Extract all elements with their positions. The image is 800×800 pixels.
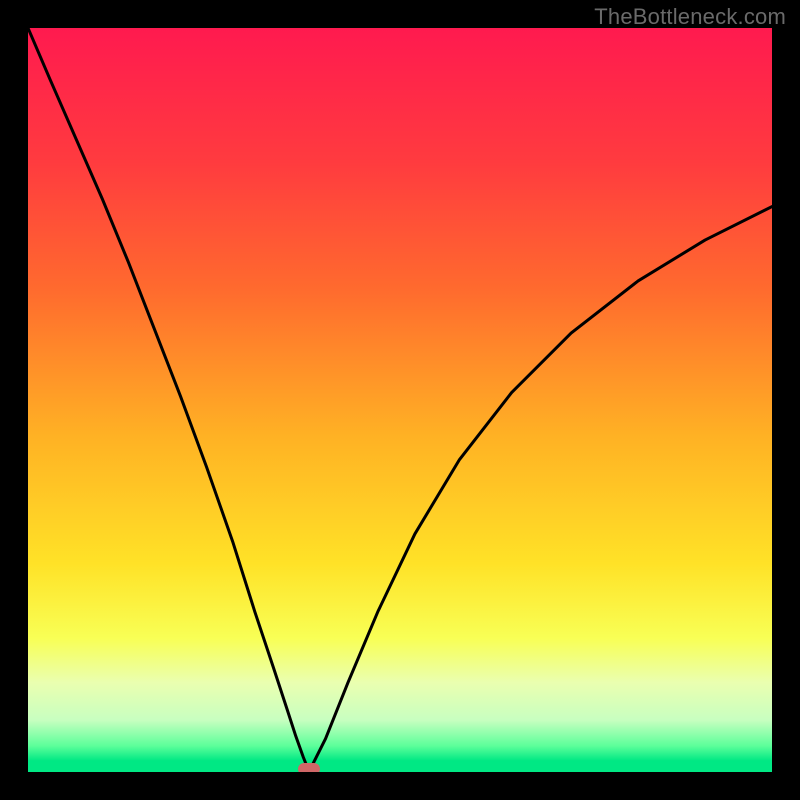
plot-area (28, 28, 772, 772)
watermark-text: TheBottleneck.com (594, 4, 786, 30)
gradient-background (28, 28, 772, 772)
chart-stage: TheBottleneck.com (0, 0, 800, 800)
optimum-marker (298, 763, 320, 772)
